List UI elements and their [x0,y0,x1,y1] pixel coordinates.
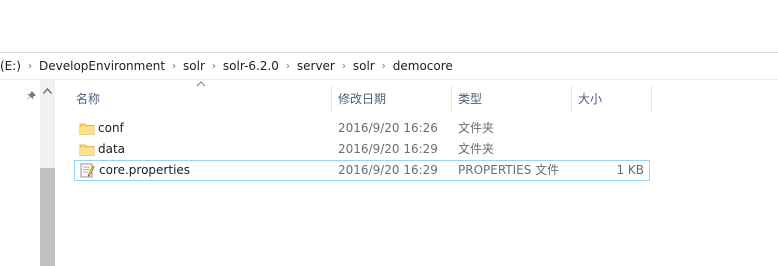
file-row-conf[interactable]: conf 2016/9/20 16:26 文件夹 [74,118,650,139]
file-size: 1 KB [616,163,644,177]
breadcrumb-drive[interactable]: (E:) [0,59,21,73]
properties-file-icon [80,163,95,178]
file-name: conf [98,121,124,135]
file-modified: 2016/9/20 16:29 [338,163,438,177]
column-header-name[interactable]: 名称 [70,86,330,112]
pin-icon[interactable] [25,90,37,102]
file-type: PROPERTIES 文件 [458,163,560,177]
file-modified: 2016/9/20 16:29 [338,142,438,156]
scroll-thumb[interactable] [40,168,55,266]
ribbon-area [0,0,778,52]
scroll-up-button[interactable] [40,84,55,98]
breadcrumb-solr-sub[interactable]: solr [353,59,375,73]
column-header-row: 名称 修改日期 类型 大小 [70,81,670,112]
file-name: data [98,142,126,156]
column-divider[interactable] [651,86,652,112]
column-header-type[interactable]: 类型 [452,86,571,112]
breadcrumb-solr-version[interactable]: solr-6.2.0 [223,59,279,73]
file-row-core-properties[interactable]: core.properties 2016/9/20 16:29 PROPERTI… [74,160,650,181]
breadcrumb-developenvironment[interactable]: DevelopEnvironment [39,59,165,73]
breadcrumb-server[interactable]: server [297,59,335,73]
file-type: 文件夹 [458,121,495,135]
chevron-right-icon[interactable]: › [279,61,297,72]
file-name: core.properties [99,163,191,177]
chevron-up-icon [43,88,52,94]
file-modified: 2016/9/20 16:26 [338,121,438,135]
chevron-right-icon[interactable]: › [21,61,39,72]
nav-scrollbar[interactable] [40,80,55,266]
file-type: 文件夹 [458,142,495,156]
breadcrumb-democore[interactable]: democore [393,59,453,73]
address-bar[interactable]: (E:) › DevelopEnvironment › solr › solr-… [0,52,778,80]
breadcrumb-solr[interactable]: solr [183,59,205,73]
folder-icon [79,144,95,156]
file-row-data[interactable]: data 2016/9/20 16:29 文件夹 [74,139,650,160]
chevron-right-icon[interactable]: › [375,61,393,72]
folder-icon [79,123,95,135]
chevron-right-icon[interactable]: › [205,61,223,72]
chevron-right-icon[interactable]: › [335,61,353,72]
column-header-modified[interactable]: 修改日期 [332,86,451,112]
chevron-right-icon[interactable]: › [165,61,183,72]
column-header-size[interactable]: 大小 [572,86,650,112]
